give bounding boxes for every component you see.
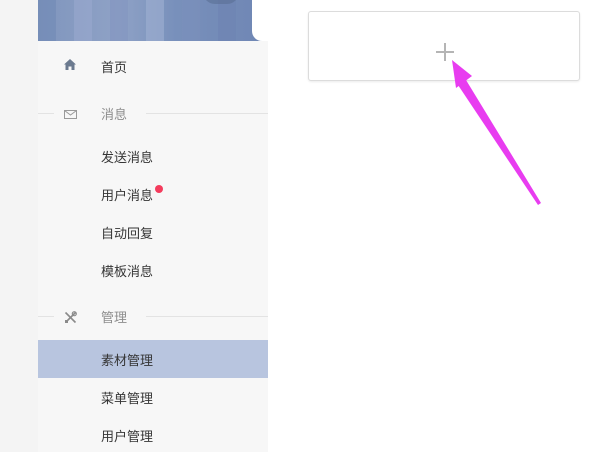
sidebar-item-label: 首页 bbox=[101, 60, 128, 76]
section-title: 管理 bbox=[101, 311, 128, 326]
sidebar-item-user-management[interactable]: 用户管理 bbox=[38, 416, 268, 454]
envelope-icon bbox=[64, 106, 77, 125]
sidebar-item-send-message[interactable]: 发送消息 bbox=[38, 137, 268, 175]
sidebar-item-label: 模板消息 bbox=[101, 264, 154, 280]
unread-badge bbox=[155, 185, 164, 193]
plus-icon[interactable] bbox=[436, 43, 454, 65]
section-header-management: 管理 bbox=[38, 306, 268, 326]
left-gutter bbox=[0, 0, 39, 452]
sidebar-item-label: 用户消息 bbox=[101, 188, 154, 204]
sidebar: 首页 消息 发送消息 用户消息 自动回复 模板消息 管理 素材管理 菜单管理 用… bbox=[38, 0, 268, 452]
section-header-messages: 消息 bbox=[38, 103, 268, 123]
sidebar-item-label: 自动回复 bbox=[101, 226, 154, 242]
section-title: 消息 bbox=[101, 108, 128, 123]
sidebar-item-template-messages[interactable]: 模板消息 bbox=[38, 251, 268, 289]
sidebar-item-user-messages[interactable]: 用户消息 bbox=[38, 175, 268, 213]
sidebar-item-menu-management[interactable]: 菜单管理 bbox=[38, 378, 268, 416]
sidebar-item-label: 发送消息 bbox=[101, 150, 154, 166]
sidebar-item-label: 用户管理 bbox=[101, 429, 154, 445]
sidebar-item-label: 素材管理 bbox=[101, 353, 154, 369]
tools-icon bbox=[64, 309, 77, 328]
account-banner bbox=[38, 0, 268, 41]
sidebar-item-auto-reply[interactable]: 自动回复 bbox=[38, 213, 268, 251]
add-item-card[interactable] bbox=[308, 11, 580, 81]
sidebar-item-home[interactable]: 首页 bbox=[38, 47, 268, 85]
sidebar-item-label: 菜单管理 bbox=[101, 391, 154, 407]
sidebar-item-material-management[interactable]: 素材管理 bbox=[38, 340, 268, 378]
home-icon bbox=[64, 59, 76, 74]
